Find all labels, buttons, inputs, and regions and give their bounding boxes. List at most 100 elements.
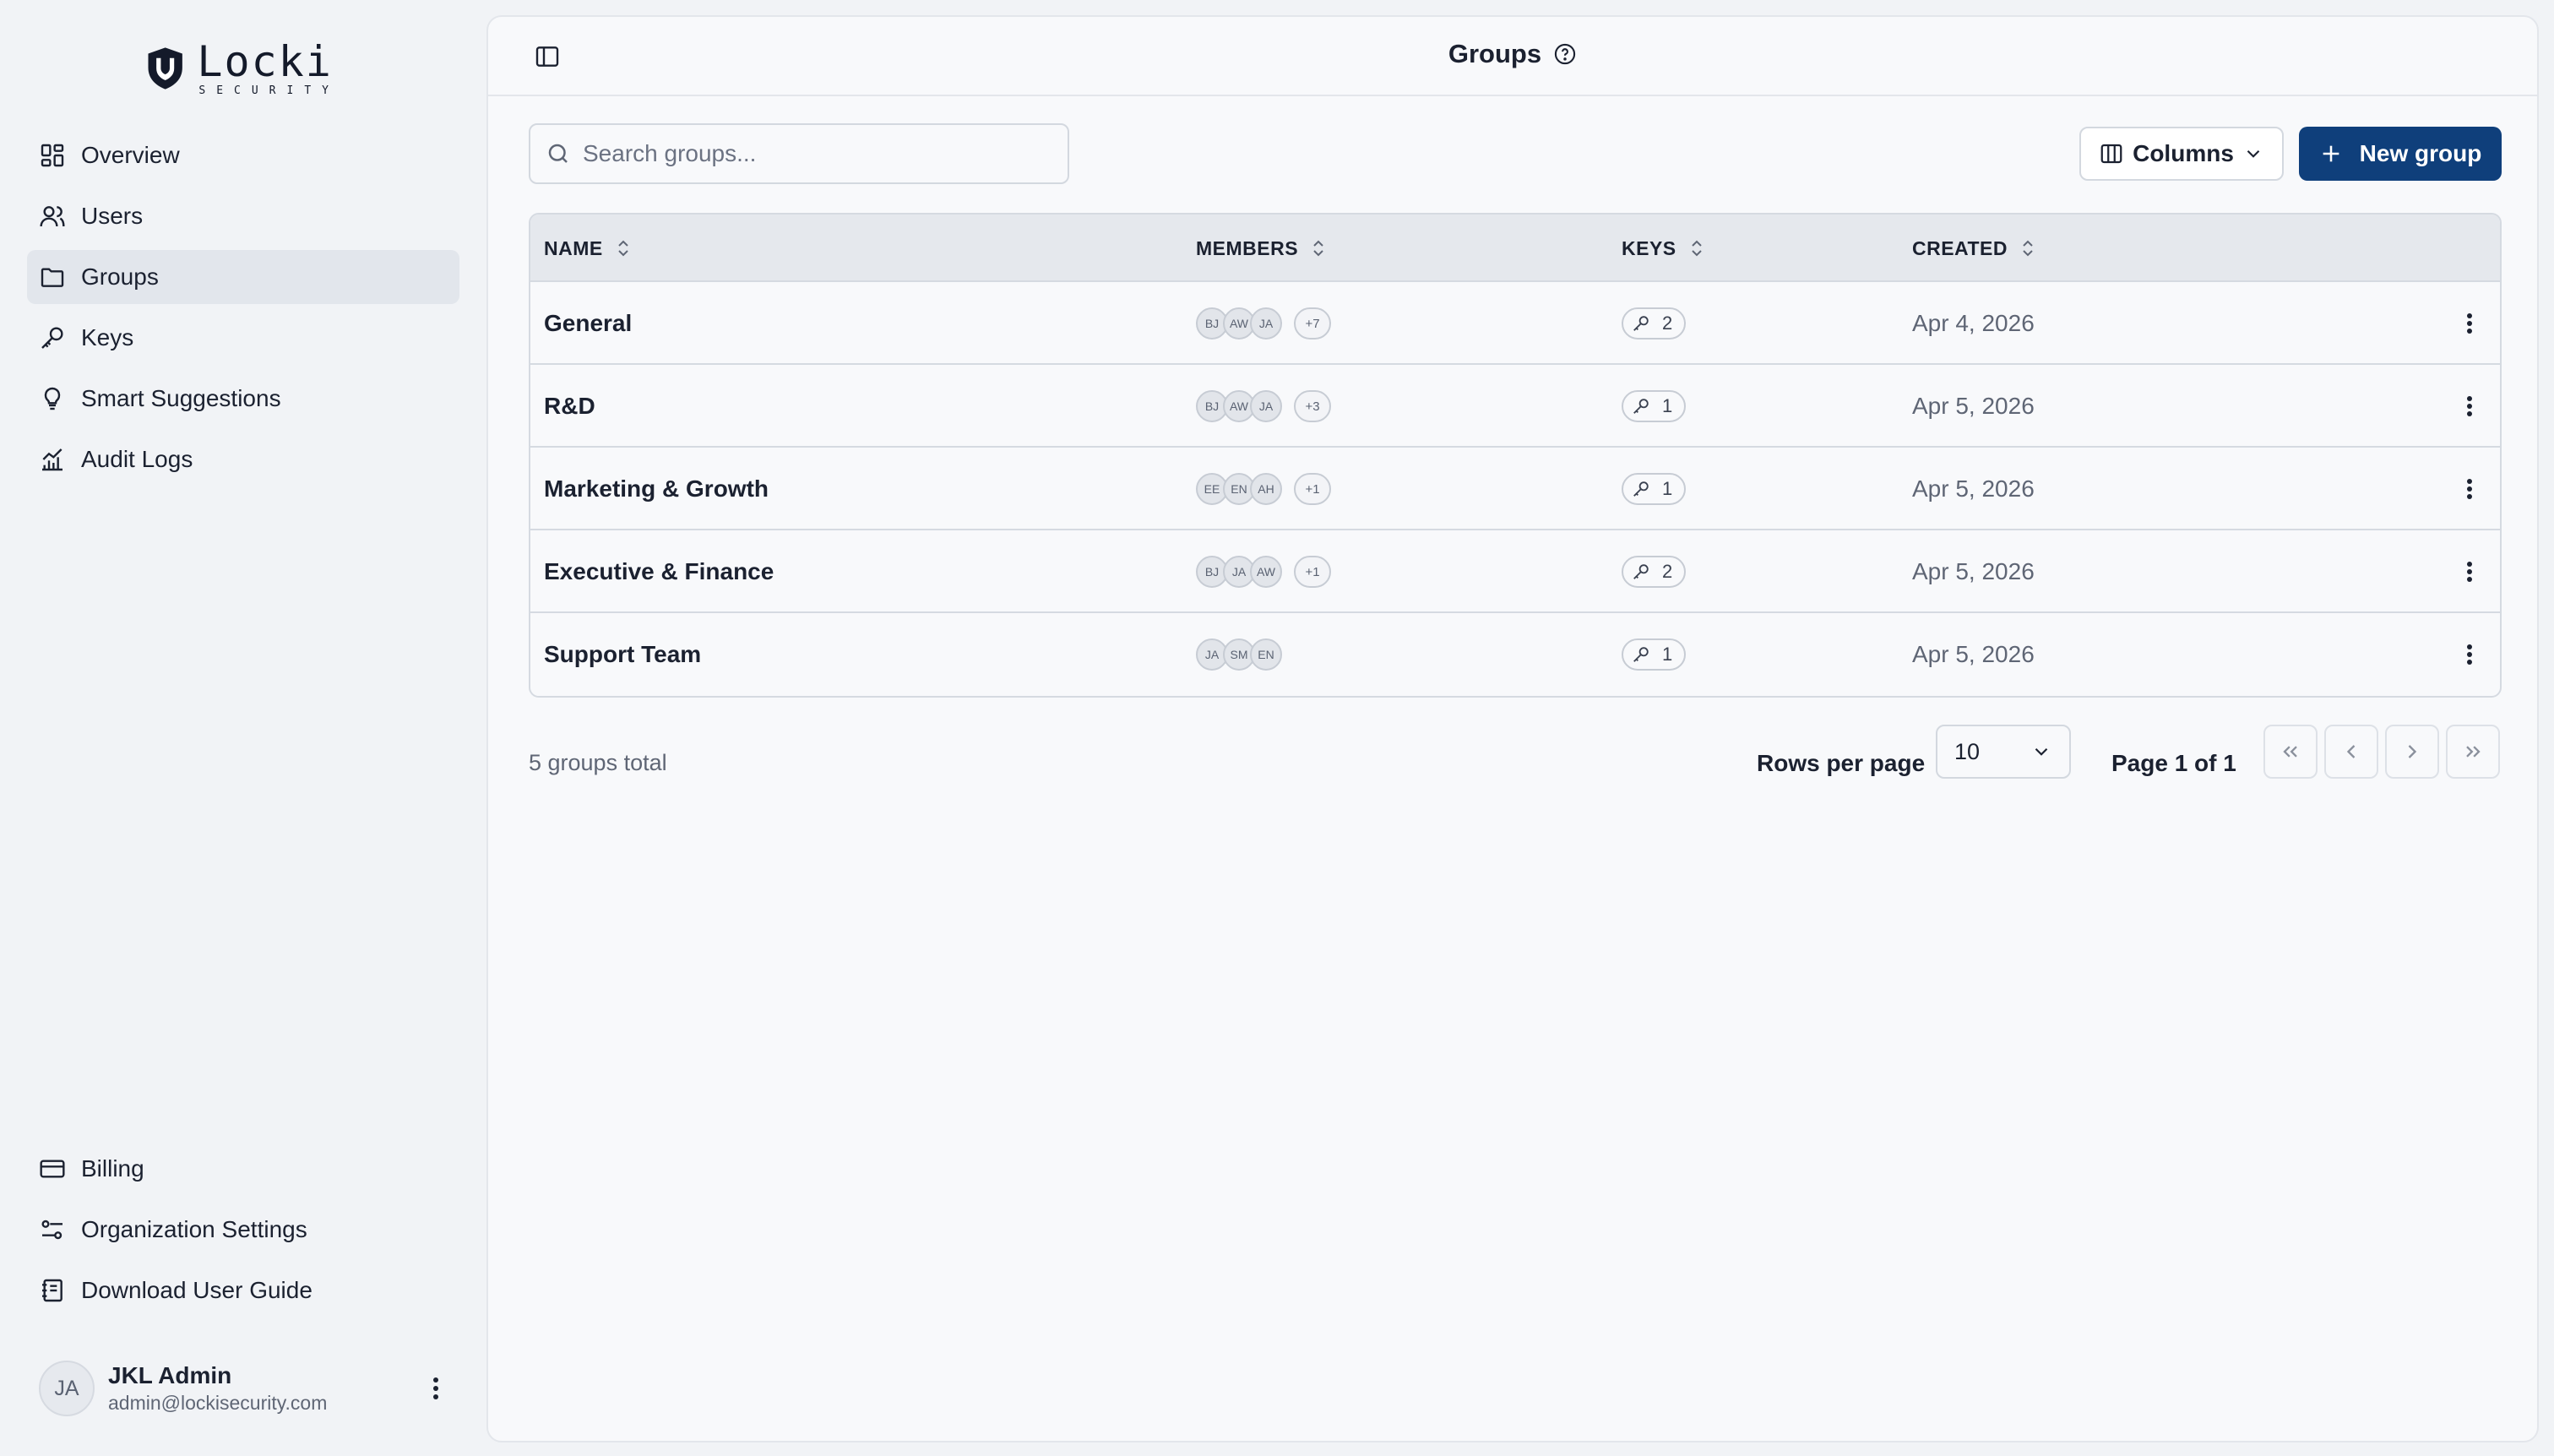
keys-count: 1 <box>1662 478 1673 499</box>
brand-logo[interactable]: Locki SECURITY <box>145 39 340 98</box>
keys-cell: 2 <box>1622 530 1687 613</box>
help-icon[interactable] <box>1553 42 1577 66</box>
sidebar-item-keys[interactable]: Keys <box>27 311 459 365</box>
sidebar-item-label: Download User Guide <box>81 1277 312 1303</box>
more-vertical-icon <box>433 1377 438 1399</box>
keys-count: 1 <box>1662 644 1673 665</box>
search-box[interactable] <box>529 123 1069 184</box>
next-page-button[interactable] <box>2385 725 2439 779</box>
created-date: Apr 5, 2026 <box>1912 641 2035 667</box>
search-input[interactable] <box>583 140 1056 167</box>
previous-page-button[interactable] <box>2324 725 2378 779</box>
columns-label: Columns <box>2133 140 2234 166</box>
row-actions-button[interactable] <box>2453 448 2486 530</box>
column-header-created[interactable]: CREATED <box>1912 215 2038 282</box>
lightbulb-icon <box>44 387 61 410</box>
column-label: CREATED <box>1912 236 2008 259</box>
table-row[interactable]: R&D BJ AW JA +3 1 Apr 5, 2026 <box>530 365 2500 448</box>
table-row[interactable]: General BJ AW JA +7 2 Apr 4, 2026 <box>530 282 2500 365</box>
table-header: NAME MEMBERS KEYS CREATED <box>530 215 2500 282</box>
group-name[interactable]: Support Team <box>544 613 701 696</box>
keys-cell: 1 <box>1622 613 1687 696</box>
members-stack[interactable]: BJ JA AW +1 <box>1196 530 1331 613</box>
keys-count: 1 <box>1662 395 1673 416</box>
row-actions-button[interactable] <box>2453 530 2486 613</box>
keys-badge[interactable]: 1 <box>1622 473 1687 505</box>
secondary-nav: Billing Organization Settings Download U… <box>27 1142 459 1324</box>
row-actions-button[interactable] <box>2453 365 2486 448</box>
group-name[interactable]: Executive & Finance <box>544 530 774 613</box>
sidebar-item-groups[interactable]: Groups <box>27 250 459 304</box>
search-icon <box>548 144 568 163</box>
created-date: Apr 5, 2026 <box>1912 475 2035 502</box>
group-name[interactable]: Marketing & Growth <box>544 448 769 530</box>
keys-cell: 2 <box>1622 282 1687 365</box>
key-icon <box>1633 647 1649 662</box>
keys-count: 2 <box>1662 312 1673 334</box>
page-header: Groups <box>488 17 2537 96</box>
sidebar-item-label: Users <box>81 203 144 229</box>
sidebar-item-organization-settings[interactable]: Organization Settings <box>27 1203 459 1257</box>
member-avatar: AH <box>1250 473 1282 505</box>
first-page-button[interactable] <box>2263 725 2318 779</box>
members-more-badge: +3 <box>1294 390 1331 422</box>
new-group-label: New group <box>2359 140 2482 166</box>
book-icon <box>42 1279 62 1302</box>
members-stack[interactable]: EE EN AH +1 <box>1196 448 1331 530</box>
sort-icon <box>618 240 628 257</box>
table-row[interactable]: Executive & Finance BJ JA AW +1 2 Apr 5,… <box>530 530 2500 613</box>
keys-badge[interactable]: 2 <box>1622 307 1687 340</box>
avatar: JA <box>39 1361 95 1416</box>
column-header-name[interactable]: NAME <box>544 215 633 282</box>
users-icon <box>40 206 65 227</box>
sidebar-item-users[interactable]: Users <box>27 189 459 243</box>
column-label: NAME <box>544 236 603 259</box>
user-profile[interactable]: JA JKL Admin admin@lockisecurity.com <box>39 1360 453 1417</box>
new-group-button[interactable]: New group <box>2299 127 2502 181</box>
key-icon <box>1633 316 1649 331</box>
member-avatar: AW <box>1250 556 1282 588</box>
more-vertical-icon <box>2467 313 2472 334</box>
group-name[interactable]: R&D <box>544 365 595 448</box>
keys-badge[interactable]: 1 <box>1622 390 1687 422</box>
sidebar-item-smart-suggestions[interactable]: Smart Suggestions <box>27 372 459 426</box>
row-actions-button[interactable] <box>2453 613 2486 696</box>
rows-per-page-select[interactable]: 10 <box>1936 725 2071 779</box>
members-stack[interactable]: BJ AW JA +3 <box>1196 365 1331 448</box>
sidebar-item-label: Keys <box>81 324 134 350</box>
dashboard-icon <box>41 144 64 167</box>
last-page-button[interactable] <box>2446 725 2500 779</box>
rows-per-page-value: 10 <box>1954 738 1981 764</box>
table-row[interactable]: Support Team JA SM EN 1 Apr 5, 2026 <box>530 613 2500 696</box>
members-stack[interactable]: BJ AW JA +7 <box>1196 282 1331 365</box>
chart-icon <box>42 448 62 471</box>
sidebar-item-label: Smart Suggestions <box>81 385 281 411</box>
sidebar-item-download-user-guide[interactable]: Download User Guide <box>27 1263 459 1317</box>
columns-button[interactable]: Columns <box>2079 127 2284 181</box>
user-menu-button[interactable] <box>419 1372 453 1405</box>
keys-badge[interactable]: 1 <box>1622 638 1687 671</box>
sidebar-item-audit-logs[interactable]: Audit Logs <box>27 432 459 486</box>
sidebar-item-label: Billing <box>81 1155 144 1182</box>
sidebar-item-billing[interactable]: Billing <box>27 1142 459 1196</box>
keys-badge[interactable]: 2 <box>1622 556 1687 588</box>
key-icon <box>1633 564 1649 579</box>
main-panel: Groups Columns New group NAME <box>486 15 2539 1442</box>
chevron-left-icon <box>2346 745 2356 758</box>
sort-icon <box>2023 240 2033 257</box>
keys-count: 2 <box>1662 561 1673 582</box>
sidebar: Locki SECURITY Overview Users Groups Key… <box>0 0 486 1456</box>
members-stack[interactable]: JA SM EN <box>1196 613 1282 696</box>
folder-icon <box>41 268 64 287</box>
sidebar-item-overview[interactable]: Overview <box>27 128 459 182</box>
key-icon <box>1633 481 1649 497</box>
group-name[interactable]: General <box>544 282 632 365</box>
created-date: Apr 4, 2026 <box>1912 310 2035 336</box>
keys-cell: 1 <box>1622 365 1687 448</box>
column-header-members[interactable]: MEMBERS <box>1196 215 1329 282</box>
row-actions-button[interactable] <box>2453 282 2486 365</box>
table-row[interactable]: Marketing & Growth EE EN AH +1 1 Apr 5, … <box>530 448 2500 530</box>
column-header-keys[interactable]: KEYS <box>1622 215 1707 282</box>
members-more-badge: +1 <box>1294 556 1331 588</box>
created-date: Apr 5, 2026 <box>1912 558 2035 584</box>
